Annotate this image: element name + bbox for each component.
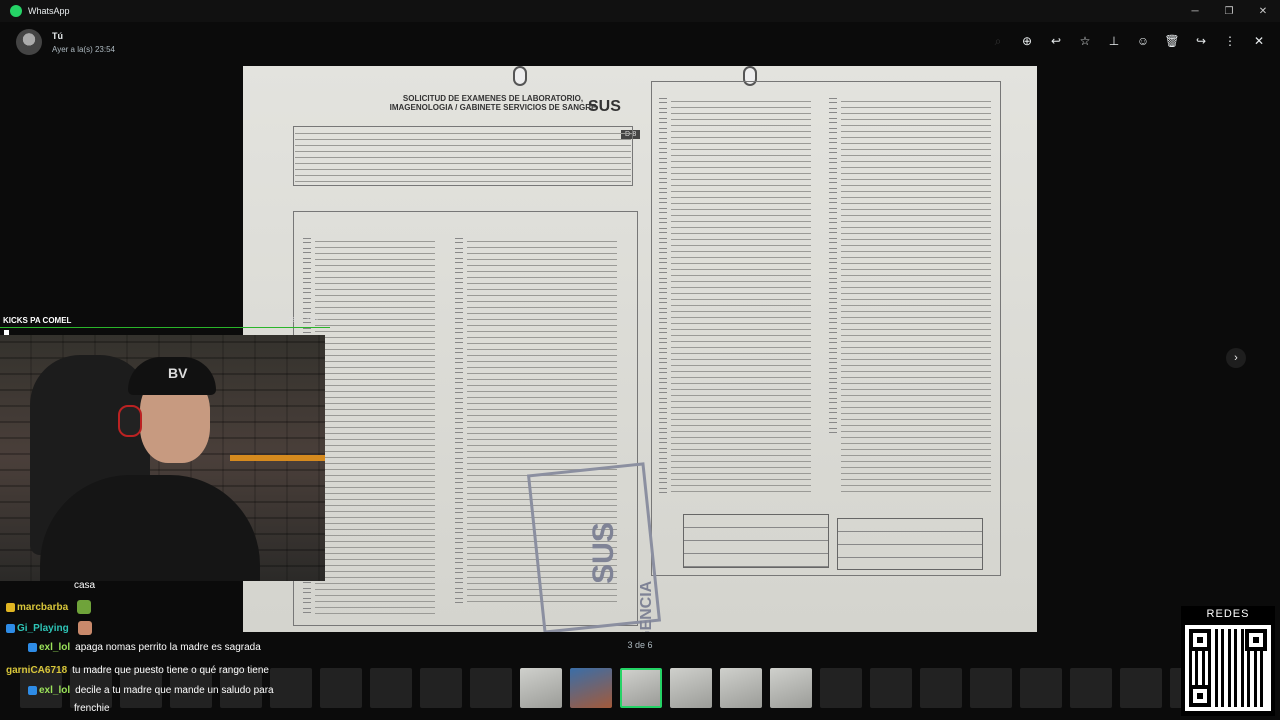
- media-thumbnail[interactable]: [520, 668, 562, 708]
- qr-finder: [1189, 685, 1211, 707]
- stamp-subtext: EMERGENCIA: [638, 581, 656, 632]
- reply-icon[interactable]: ↩: [1043, 30, 1069, 52]
- delete-icon[interactable]: 🗑: [1159, 30, 1185, 52]
- whatsapp-logo-icon: [10, 5, 22, 17]
- title-bar: WhatsApp ─ ❐ ✕: [0, 0, 1280, 22]
- document-image[interactable]: SOLICITUD DE EXAMENES DE LABORATORIO, IM…: [243, 66, 1037, 632]
- goal-progress-total: 100: [306, 317, 318, 324]
- media-thumbnail[interactable]: [720, 668, 762, 708]
- item-lines: [315, 236, 435, 616]
- sender-info: Tú Ayer a la(s) 23:54: [52, 31, 115, 54]
- chat-message: garniCA6718 tu madre que puesto tiene o …: [6, 665, 269, 676]
- qr-finder: [1245, 629, 1267, 651]
- chat-message: exl_lol apaga nomas perrito la madre es …: [28, 642, 261, 653]
- moderator-badge-icon: [6, 623, 15, 633]
- subscriber-badge-icon: [6, 602, 15, 612]
- minimize-button[interactable]: ─: [1178, 0, 1212, 22]
- media-thumbnail[interactable]: [1020, 668, 1062, 708]
- qr-label: REDES: [1206, 608, 1250, 620]
- chat-username: garniCA6718: [6, 665, 68, 676]
- qr-pattern: [1189, 629, 1267, 707]
- chat-text: frenchie: [74, 703, 110, 714]
- page-counter: 3 de 6: [627, 640, 653, 650]
- window-controls: ─ ❐ ✕: [1178, 0, 1280, 22]
- emote-icon: [77, 621, 92, 635]
- message-timestamp: Ayer a la(s) 23:54: [52, 44, 115, 54]
- media-thumbnail[interactable]: [970, 668, 1012, 708]
- chat-message: casa: [74, 580, 95, 591]
- viewer-toolbar: ⌕ ⊕ ↩ ☆ ⊥ ☺ 🗑 ↪ ⋮ ✕: [985, 30, 1272, 52]
- chat-username: exl_lol: [39, 685, 71, 696]
- checkbox-column: [455, 236, 463, 606]
- media-thumbnail[interactable]: [270, 668, 312, 708]
- qr-finder: [1189, 629, 1211, 651]
- media-thumbnail[interactable]: [870, 668, 912, 708]
- media-thumbnail[interactable]: [620, 668, 662, 708]
- qr-overlay: REDES: [1181, 606, 1275, 716]
- chat-message: marcbarba: [6, 600, 92, 614]
- media-thumbnail[interactable]: [320, 668, 362, 708]
- right-section-box: [651, 81, 1001, 576]
- clip-icon: [513, 66, 527, 86]
- app-title: WhatsApp: [28, 6, 70, 16]
- chat-username: exl_lol: [39, 642, 71, 653]
- moderator-badge-icon: [28, 686, 37, 695]
- media-thumbnail[interactable]: [1120, 668, 1162, 708]
- other-studies-table: [837, 518, 983, 570]
- media-thumbnail[interactable]: [820, 668, 862, 708]
- chat-text: tu madre que puesto tiene o qué rango ti…: [72, 665, 269, 676]
- close-icon[interactable]: ✕: [1246, 30, 1272, 52]
- goal-progress-current: 28: [288, 317, 296, 324]
- imaging-table: [683, 514, 829, 568]
- media-thumbnail[interactable]: [1070, 668, 1112, 708]
- qr-code: [1185, 625, 1271, 711]
- chat-username: marcbarba: [17, 601, 69, 613]
- media-thumbnail[interactable]: [570, 668, 612, 708]
- star-icon[interactable]: ☆: [1072, 30, 1098, 52]
- goal-progress-bar: [0, 327, 330, 335]
- document-brand: SUS: [588, 98, 621, 115]
- zoom-icon[interactable]: ⊕: [1014, 30, 1040, 52]
- next-arrow-icon[interactable]: ›: [1226, 348, 1246, 368]
- sender-name: Tú: [52, 30, 63, 41]
- pin-icon[interactable]: ⊥: [1101, 30, 1127, 52]
- media-thumbnail[interactable]: [420, 668, 462, 708]
- emote-icon: [77, 600, 92, 614]
- search-icon[interactable]: ⌕: [985, 30, 1011, 52]
- restore-button[interactable]: ❐: [1212, 0, 1246, 22]
- chat-message: exl_lol decile a tu madre que mande un s…: [28, 685, 274, 696]
- led-strip: [230, 455, 325, 461]
- webcam-overlay: BV: [0, 335, 325, 581]
- chat-message: Gi_Playing: [6, 621, 92, 635]
- form-lines: [295, 128, 631, 184]
- media-thumbnail[interactable]: [370, 668, 412, 708]
- chat-text: casa: [74, 580, 96, 591]
- media-thumbnail[interactable]: [770, 668, 812, 708]
- chat-text: apaga nomas perrito la madre es sagrada: [75, 642, 261, 653]
- chat-text: decile a tu madre que mande un saludo pa…: [75, 685, 274, 696]
- media-thumbnail[interactable]: [670, 668, 712, 708]
- forward-icon[interactable]: ↪: [1188, 30, 1214, 52]
- media-thumbnail[interactable]: [920, 668, 962, 708]
- window-close-button[interactable]: ✕: [1246, 0, 1280, 22]
- chat-message: frenchie: [74, 703, 110, 714]
- more-icon[interactable]: ⋮: [1217, 30, 1243, 52]
- chat-username: Gi_Playing: [17, 622, 69, 634]
- media-viewer-header: Tú Ayer a la(s) 23:54 ⌕ ⊕ ↩ ☆ ⊥ ☺ 🗑 ↪ ⋮ …: [0, 22, 1280, 62]
- stream-goal-title: KICKS PA COMEL: [3, 316, 72, 325]
- media-thumbnail[interactable]: [470, 668, 512, 708]
- headphones-icon: [118, 405, 142, 437]
- cap-logo: BV: [168, 365, 188, 381]
- stamp-text: SUS: [586, 522, 620, 584]
- avatar[interactable]: [16, 29, 42, 55]
- document-title: SOLICITUD DE EXAMENES DE LABORATORIO, IM…: [389, 94, 597, 112]
- moderator-badge-icon: [28, 643, 37, 652]
- emoji-icon[interactable]: ☺: [1130, 30, 1156, 52]
